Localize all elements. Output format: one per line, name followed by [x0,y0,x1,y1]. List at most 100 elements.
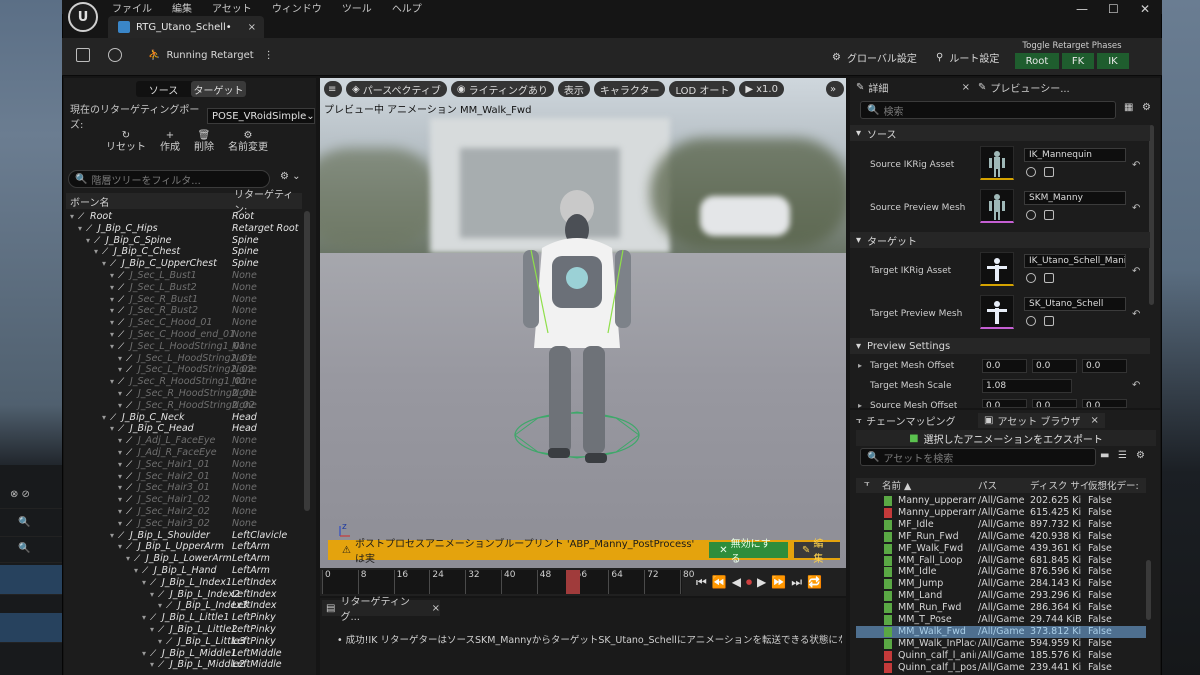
timeline-scrubber[interactable]: 0 8 16 24 32 40 48 56 64 72 80 [322,570,694,594]
browse-asset-icon[interactable] [1044,210,1054,220]
perspective-button[interactable]: ◈ パースペクティブ [346,81,447,97]
viewport-overflow-button[interactable]: » [826,81,844,97]
use-selected-icon[interactable] [1026,167,1036,177]
bone-row[interactable]: ▾ ⟋ J_Sec_Hair1_02 None [66,494,302,506]
global-settings-button[interactable]: ⚙ グローバル設定 [832,50,917,65]
expand-chevron-icon[interactable]: ▾ [118,435,122,447]
timeline-playhead[interactable] [565,570,580,594]
bone-row[interactable]: ▾ ⟋ J_Bip_C_Spine Spine [66,235,302,247]
record-icon[interactable]: ⏺ [746,575,752,590]
expand-chevron-icon[interactable]: ▾ [118,518,122,530]
target-ikrig-dropdown[interactable]: IK_Utano_Schell_Mani [1024,254,1126,268]
bone-row[interactable]: ▾ ⟋ J_Bip_L_Little2 LeftPinky [66,624,302,636]
expand-chevron-icon[interactable]: ▾ [118,506,122,518]
expand-chevron-icon[interactable]: ▾ [110,294,114,306]
root-settings-button[interactable]: ⚲ ルート設定 [936,50,999,65]
col-path[interactable]: パス [978,478,997,492]
expand-chevron-icon[interactable]: ▾ [70,211,74,223]
asset-row[interactable]: Quinn_calf_l_anim/All/Game 185.576 KiB Fal… [856,650,1146,662]
bone-row[interactable]: ▾ ⟋ J_Bip_L_Middle2 LeftMiddle [66,659,302,671]
details-close-icon[interactable]: × [962,82,970,93]
asset-row[interactable]: MM_Jump/All/Game 284.143 KiB False [856,578,1146,590]
tab-target[interactable]: ターゲット [191,81,246,97]
phase-fk-toggle[interactable]: FK [1062,53,1094,69]
expand-chevron-icon[interactable]: ▾ [150,624,154,636]
grid-view-icon[interactable]: ▦ [1124,102,1133,113]
use-selected-icon[interactable] [1026,210,1036,220]
asset-row[interactable]: MM_Walk_InPlace/All/Game 594.959 KiB False [856,638,1146,650]
reset-to-default-icon[interactable]: ↶ [1132,266,1140,277]
bone-row[interactable]: ▾ ⟋ J_Bip_L_Little3 LeftPinky [66,636,302,648]
expand-chevron-icon[interactable]: ▾ [118,494,122,506]
play-icon[interactable]: ▶ [757,575,766,589]
asset-row[interactable]: Quinn_calf_l_pose/All/Game 239.441 KiB Fal… [856,662,1146,674]
bone-row[interactable]: ▾ ⟋ J_Bip_C_Hips Retarget Root [66,223,302,235]
chevron-right-icon[interactable]: ▸ [858,361,862,370]
bone-row[interactable]: ▾ ⟋ J_Sec_L_Bust1 None [66,270,302,282]
bone-row[interactable]: ▾ ⟋ J_Sec_R_HoodString2_01 None [66,388,302,400]
preview-viewport[interactable]: z ≡ ◈ パースペクティブ ◉ ライティングあり 表示 キャラクター LOD オー… [320,78,846,568]
filter-icon[interactable]: ☰ [1118,450,1127,461]
expand-chevron-icon[interactable]: ▾ [110,282,114,294]
settings-gear-icon[interactable]: ⚙ [1142,102,1151,113]
expand-chevron-icon[interactable]: ▾ [118,400,122,412]
asset-row[interactable]: MM_Land/All/Game 293.296 KiB False [856,590,1146,602]
show-button[interactable]: 表示 [557,81,590,97]
section-target[interactable]: ▾ ターゲット [850,232,1150,248]
bone-row[interactable]: ▾ ⟋ J_Sec_C_Hood_01 None [66,317,302,329]
bone-row[interactable]: ▾ ⟋ J_Bip_L_LowerArm LeftArm [66,553,302,565]
expand-chevron-icon[interactable]: ▾ [118,388,122,400]
browse-asset-icon[interactable] [1044,316,1054,326]
running-retarget-button[interactable]: ⛹ Running Retarget ⋮ [148,50,274,61]
tree-toggle-icon[interactable]: ⫟ [864,478,870,489]
bone-row[interactable]: ▾ ⟋ J_Sec_L_Bust2 None [66,282,302,294]
step-forward-icon[interactable]: ⏩ [771,575,786,589]
bone-row[interactable]: ▾ ⟋ J_Bip_C_Chest Spine [66,246,302,258]
bone-row[interactable]: ▾ ⟋ J_Sec_R_HoodString1_01 None [66,376,302,388]
expand-chevron-icon[interactable]: ▾ [126,553,130,565]
bone-row[interactable]: ▾ ⟋ J_Sec_R_Bust1 None [66,294,302,306]
target-mesh-dropdown[interactable]: SK_Utano_Schell [1024,297,1126,311]
expand-chevron-icon[interactable]: ▾ [118,459,122,471]
expand-chevron-icon[interactable]: ▾ [102,258,106,270]
section-source[interactable]: ▾ ソース [850,125,1150,141]
bone-row[interactable]: ▾ ⟋ J_Sec_Hair3_02 None [66,518,302,530]
bone-row[interactable]: ▾ ⟋ J_Sec_L_HoodString2_02 None [66,364,302,376]
section-preview-settings[interactable]: ▾ Preview Settings [850,338,1150,354]
save-icon[interactable] [76,48,90,62]
character-button[interactable]: キャラクター [593,81,666,97]
browse-asset-icon[interactable] [1044,273,1054,283]
bone-row[interactable]: ▾ ⟋ J_Bip_L_Hand LeftArm [66,565,302,577]
col-name[interactable]: 名前 ▲ [882,478,911,492]
lod-button[interactable]: LOD オート [669,81,736,97]
source-mesh-dropdown[interactable]: SKM_Manny [1024,191,1126,205]
pose-dropdown[interactable]: POSE_VRoidSimple ⌄ [207,108,315,124]
expand-chevron-icon[interactable]: ▾ [150,659,154,671]
expand-chevron-icon[interactable]: ▾ [158,600,162,612]
browse-asset-icon[interactable] [1044,167,1054,177]
details-scrollbar[interactable] [1149,125,1154,305]
delete-pose-button[interactable]: 🗑 削除 [194,130,214,156]
target-scale-input[interactable]: 1.08 [982,379,1072,393]
bone-row[interactable]: ▾ ⟋ J_Bip_L_UpperArm LeftArm [66,541,302,553]
playback-speed-button[interactable]: ▶ x1.0 [739,81,784,97]
tab-source[interactable]: ソース [136,81,191,97]
expand-chevron-icon[interactable]: ▾ [86,235,90,247]
maximize-icon[interactable]: ☐ [1108,2,1119,16]
expand-chevron-icon[interactable]: ▾ [142,648,146,660]
asset-list-scrollbar[interactable] [1146,560,1151,620]
asset-row[interactable]: MF_Idle/All/Game 897.732 KiB False [856,519,1146,531]
use-selected-icon[interactable] [1026,316,1036,326]
reset-to-default-icon[interactable]: ↶ [1132,203,1140,214]
expand-chevron-icon[interactable]: ▾ [118,447,122,459]
bone-row[interactable]: ▾ ⟋ J_Bip_L_Index3 LeftIndex [66,600,302,612]
folder-icon[interactable]: ▬ [1100,450,1109,461]
expand-chevron-icon[interactable]: ▾ [102,412,106,424]
bone-row[interactable]: ▾ ⟋ J_Sec_Hair2_02 None [66,506,302,518]
expand-chevron-icon[interactable]: ▾ [150,589,154,601]
reset-to-default-icon[interactable]: ↶ [1132,160,1140,171]
asset-row[interactable]: Manny_upperarm/All/Game 615.425 KiB False [856,507,1146,519]
edit-postprocess-button[interactable]: ✎ 編集 [794,539,840,565]
lighting-button[interactable]: ◉ ライティングあり [450,81,554,97]
col-virtualized[interactable]: 仮想化デー: [1088,478,1144,492]
